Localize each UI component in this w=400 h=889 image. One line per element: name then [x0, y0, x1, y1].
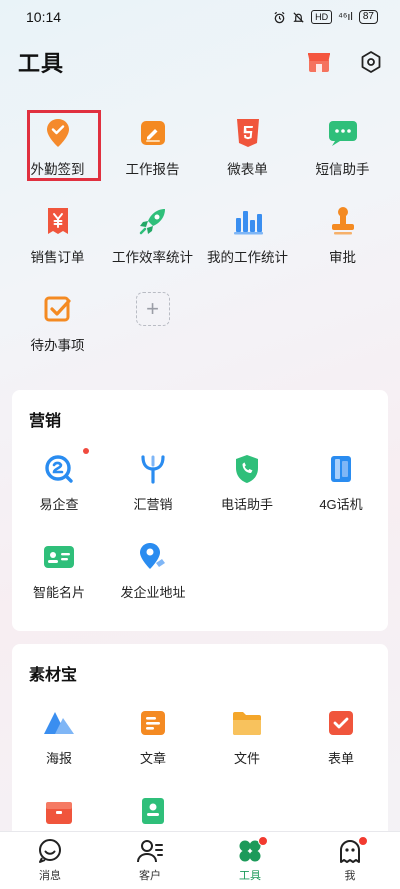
tool-approval[interactable]: 审批	[295, 198, 390, 286]
mute-bell-icon	[293, 11, 304, 23]
marketing-grid: 易企查 汇营销 电话助手 4G话机 智能名片 发企业地址	[12, 446, 388, 622]
business-card-icon	[42, 540, 76, 574]
tab-customers[interactable]: 客户	[100, 832, 200, 889]
stamp-icon	[326, 204, 360, 238]
tool-file[interactable]: 文件	[200, 700, 294, 788]
tool-poster[interactable]: 海报	[12, 700, 106, 788]
notification-dot	[258, 836, 268, 846]
sms-bubble-icon	[326, 116, 360, 150]
box-icon	[42, 794, 76, 828]
plus-icon: +	[135, 292, 170, 326]
tool-todo[interactable]: 待办事项	[10, 286, 105, 374]
phone-shield-icon	[230, 452, 264, 486]
poster-icon	[42, 706, 76, 740]
highlight-box	[27, 110, 101, 181]
contact-doc-icon	[136, 794, 170, 828]
header: 工具	[0, 44, 400, 80]
tool-label: 我的工作统计	[207, 250, 288, 265]
page-title: 工具	[18, 51, 65, 76]
article-icon	[136, 706, 170, 740]
tool-label: 海报	[45, 751, 72, 766]
battery-icon: 87	[358, 10, 378, 24]
tab-messages[interactable]: 消息	[0, 832, 100, 889]
materials-card: 素材宝 海报 文章 文件 表单	[12, 644, 388, 844]
tool-work-report[interactable]: 工作报告	[105, 110, 200, 198]
fork-marketing-icon	[136, 452, 170, 486]
store-icon[interactable]	[306, 50, 332, 74]
form-check-icon	[324, 706, 358, 740]
add-tool-button[interactable]: +	[105, 286, 200, 374]
tool-smart-card[interactable]: 智能名片	[12, 534, 106, 622]
status-time: 10:14	[26, 9, 62, 25]
alarm-icon	[274, 11, 285, 23]
yen-order-icon	[41, 204, 75, 238]
status-bar: 10:14 HD ⁴⁶ıl 87	[0, 0, 400, 34]
tab-label: 消息	[39, 870, 61, 882]
tool-article[interactable]: 文章	[106, 700, 200, 788]
signal-icon: ⁴⁶ıl	[338, 11, 353, 23]
tool-label: 文件	[233, 751, 260, 766]
tool-micro-form[interactable]: 微表单	[200, 110, 295, 198]
hd-badge: HD	[311, 10, 333, 24]
tool-label: 智能名片	[32, 585, 85, 600]
handset-icon	[324, 452, 358, 486]
settings-icon[interactable]	[360, 50, 382, 74]
tool-label: 工作效率统计	[112, 250, 193, 265]
customer-icon	[137, 840, 163, 863]
tool-label: 微表单	[227, 162, 268, 177]
tool-label: 4G话机	[319, 497, 363, 512]
notification-dot	[83, 448, 89, 454]
todo-check-icon	[41, 292, 75, 326]
status-icons: HD ⁴⁶ıl 87	[273, 10, 378, 24]
rocket-icon	[136, 204, 170, 238]
tool-label: 电话助手	[220, 497, 273, 512]
marketing-card: 营销 易企查 汇营销 电话助手 4G话机 智能名片 发企业地址	[12, 390, 388, 631]
tools-grid: 外勤签到 工作报告 微表单 短信助手 销售订单 工作效率统计 我的工作统计 审批…	[10, 110, 390, 374]
tool-efficiency-stats[interactable]: 工作效率统计	[105, 198, 200, 286]
tab-me[interactable]: 我	[300, 832, 400, 889]
tab-label: 我	[344, 870, 356, 882]
report-pen-icon	[136, 116, 170, 150]
folder-icon	[230, 706, 264, 740]
tab-label: 工具	[239, 870, 261, 882]
notification-dot	[358, 836, 368, 846]
tool-label: 表单	[327, 751, 354, 766]
tool-label: 文章	[139, 751, 166, 766]
tool-label: 短信助手	[315, 162, 370, 177]
tool-label: 工作报告	[125, 162, 180, 177]
tool-sms-assistant[interactable]: 短信助手	[295, 110, 390, 198]
tab-bar: 消息 客户 工具 我	[0, 831, 400, 889]
tool-my-work-stats[interactable]: 我的工作统计	[200, 198, 295, 286]
materials-title: 素材宝	[29, 667, 78, 684]
tool-label: 审批	[329, 250, 356, 265]
marketing-title: 营销	[29, 413, 62, 430]
tool-sales-order[interactable]: 销售订单	[10, 198, 105, 286]
tool-4g-phone[interactable]: 4G话机	[294, 446, 388, 534]
map-pin-send-icon	[136, 540, 170, 574]
tool-label: 汇营销	[133, 497, 173, 512]
tool-label: 易企查	[39, 497, 79, 512]
bar-chart-icon	[231, 204, 265, 238]
tool-label: 发企业地址	[120, 585, 186, 600]
tool-label: 销售订单	[30, 250, 85, 265]
tab-tools[interactable]: 工具	[200, 832, 300, 889]
tool-label: 待办事项	[30, 338, 85, 353]
tool-send-address[interactable]: 发企业地址	[106, 534, 200, 622]
tool-yiqicha[interactable]: 易企查	[12, 446, 106, 534]
html5-form-icon	[231, 116, 265, 150]
tool-hui-marketing[interactable]: 汇营销	[106, 446, 200, 534]
tool-phone-assistant[interactable]: 电话助手	[200, 446, 294, 534]
search-e-icon	[42, 452, 76, 486]
tab-label: 客户	[139, 870, 161, 882]
tool-form[interactable]: 表单	[294, 700, 388, 788]
message-icon	[39, 839, 61, 863]
tool-field-checkin[interactable]: 外勤签到	[10, 110, 105, 198]
